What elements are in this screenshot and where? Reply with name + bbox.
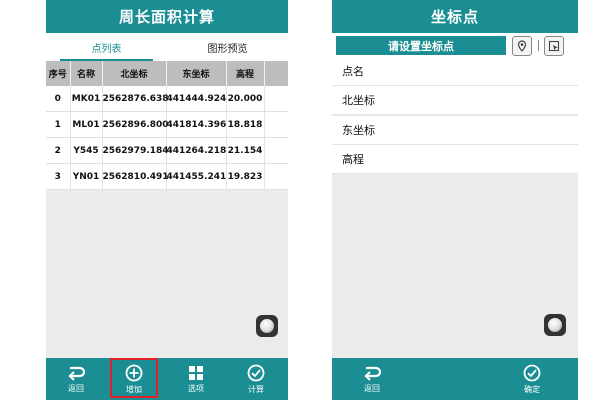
cell-north: 2562810.491 <box>102 163 169 190</box>
table-row[interactable]: 2 Y545 2562979.184 441264.218 21.154 <box>46 137 288 164</box>
cell-blank <box>264 111 288 138</box>
cell-north: 2562876.638 <box>102 86 169 112</box>
east-coordinate-field[interactable]: 东坐标 <box>332 116 578 145</box>
table-row[interactable]: 0 MK01 2562876.638 441444.924 20.000 <box>46 86 288 112</box>
assist-circle-icon <box>548 318 562 332</box>
cell-elevation: 21.154 <box>226 137 265 164</box>
cell-index: 1 <box>46 111 71 138</box>
cell-name: Y545 <box>70 137 103 164</box>
cell-elevation: 18.818 <box>226 111 265 138</box>
point-name-field[interactable]: 点名 <box>332 57 578 86</box>
back-arrow-icon <box>68 366 85 381</box>
cell-name: ML01 <box>70 111 103 138</box>
location-pin-icon <box>517 40 527 52</box>
cell-name: MK01 <box>70 86 103 112</box>
table-row[interactable]: 1 ML01 2562896.800 441814.396 18.818 <box>46 111 288 138</box>
floating-assist-button[interactable] <box>256 315 278 337</box>
set-point-button[interactable]: 请设置坐标点 <box>336 36 506 55</box>
cell-north: 2562896.800 <box>102 111 169 138</box>
page-title: 坐标点 <box>332 0 578 33</box>
add-button-highlight <box>110 358 158 398</box>
cell-elevation: 20.000 <box>226 86 265 112</box>
point-name-label: 点名 <box>342 65 364 78</box>
back-button[interactable]: 返回 <box>56 358 96 400</box>
options-button-label: 选项 <box>188 383 204 393</box>
cell-index: 3 <box>46 163 71 190</box>
east-coordinate-label: 东坐标 <box>342 124 375 137</box>
tab-bar: 点列表 图形预览 <box>46 33 288 61</box>
calculate-button[interactable]: 计算 <box>236 358 276 400</box>
cell-elevation: 19.823 <box>226 163 265 190</box>
select-from-list-button[interactable] <box>544 36 564 56</box>
tab-graphic-preview[interactable]: 图形预览 <box>167 33 288 61</box>
cell-blank <box>264 163 288 190</box>
point-table: 序号 名称 北坐标 东坐标 高程 0 MK01 2562876.638 4414… <box>46 61 288 190</box>
assist-circle-icon <box>260 319 274 333</box>
north-coordinate-field[interactable]: 北坐标 <box>332 86 578 115</box>
elevation-label: 高程 <box>342 153 364 166</box>
page-title: 周长面积计算 <box>46 0 288 33</box>
col-header-east: 东坐标 <box>166 61 227 86</box>
cell-index: 0 <box>46 86 71 112</box>
cell-blank <box>264 86 288 112</box>
cell-east: 441444.924 <box>166 86 227 112</box>
floating-assist-button[interactable] <box>544 314 566 336</box>
back-button-label: 返回 <box>364 383 380 393</box>
cell-north: 2562979.184 <box>102 137 169 164</box>
back-button-label: 返回 <box>68 383 84 393</box>
cell-east: 441264.218 <box>166 137 227 164</box>
cell-name: YN01 <box>70 163 103 190</box>
left-screen: 周长面积计算 点列表 图形预览 序号 名称 北坐标 东坐标 高程 0 MK01 … <box>46 0 288 400</box>
toolbar-divider <box>538 40 539 51</box>
cell-east: 441455.241 <box>166 163 227 190</box>
confirm-button[interactable]: 确定 <box>510 358 554 400</box>
bottom-nav-bar: 返回 确定 <box>332 358 578 400</box>
col-header-name: 名称 <box>70 61 103 86</box>
col-header-elevation: 高程 <box>226 61 265 86</box>
cell-east: 441814.396 <box>166 111 227 138</box>
check-circle-icon <box>247 364 265 381</box>
options-button[interactable]: 选项 <box>176 358 216 400</box>
grid-icon <box>189 365 203 380</box>
col-header-blank <box>264 61 288 86</box>
set-point-toolbar: 请设置坐标点 <box>332 33 578 57</box>
elevation-field[interactable]: 高程 <box>332 145 578 174</box>
location-pin-button[interactable] <box>512 36 532 56</box>
col-header-north: 北坐标 <box>102 61 167 86</box>
back-arrow-icon <box>364 366 381 381</box>
check-circle-icon <box>523 364 541 381</box>
calculate-button-label: 计算 <box>248 384 264 394</box>
tab-point-list[interactable]: 点列表 <box>46 33 167 61</box>
table-row[interactable]: 3 YN01 2562810.491 441455.241 19.823 <box>46 163 288 190</box>
confirm-button-label: 确定 <box>524 384 540 394</box>
back-button[interactable]: 返回 <box>350 358 394 400</box>
list-select-icon <box>548 40 560 52</box>
right-screen: 坐标点 请设置坐标点 点名 北坐标 东坐标 高程 返回 确定 <box>332 0 578 400</box>
table-header-row: 序号 名称 北坐标 东坐标 高程 <box>46 61 288 86</box>
cell-index: 2 <box>46 137 71 164</box>
bottom-nav-bar: 返回 增加 选项 计算 <box>46 358 288 400</box>
cell-blank <box>264 137 288 164</box>
col-header-index: 序号 <box>46 61 71 86</box>
north-coordinate-label: 北坐标 <box>342 94 375 107</box>
